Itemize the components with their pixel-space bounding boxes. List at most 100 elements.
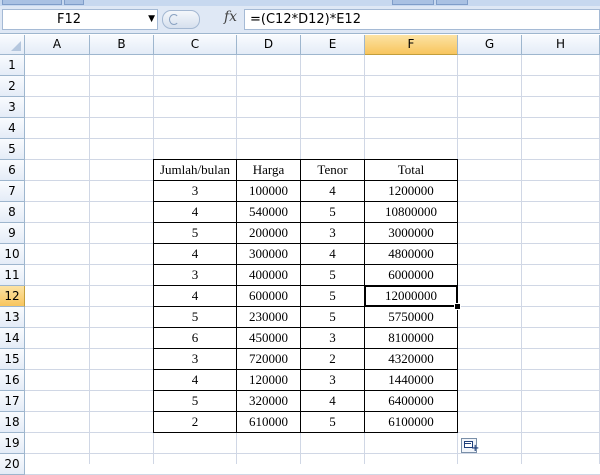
column-header-e[interactable]: E [301, 35, 365, 55]
table-cell[interactable]: 3 [153, 265, 237, 286]
column-header-b[interactable]: B [90, 35, 154, 55]
row-header-5[interactable]: 5 [0, 139, 25, 160]
row-header-2[interactable]: 2 [0, 76, 25, 97]
column-header-h[interactable]: H [522, 35, 600, 55]
row-header-7[interactable]: 7 [0, 181, 25, 202]
row-header-4[interactable]: 4 [0, 118, 25, 139]
table-cell[interactable]: 4 [301, 181, 365, 202]
table-cell[interactable]: 6 [153, 328, 237, 349]
table-cell[interactable]: 8100000 [365, 328, 458, 349]
row-header-12[interactable]: 12 [0, 286, 25, 307]
formula-bar-resize-handle[interactable] [162, 10, 200, 29]
table-header-cell[interactable]: Harga [237, 159, 301, 181]
column-header-g[interactable]: G [458, 35, 522, 55]
column-header-a[interactable]: A [25, 35, 90, 55]
chevron-down-icon[interactable]: ▼ [148, 14, 155, 24]
table-cell[interactable]: 5 [301, 286, 365, 307]
column-header-c[interactable]: C [154, 35, 237, 55]
table-cell[interactable]: 6100000 [365, 412, 458, 433]
column-header-f[interactable]: F [365, 35, 458, 55]
column-header-d[interactable]: D [237, 35, 301, 55]
table-cell[interactable]: 5 [301, 265, 365, 286]
table-cell[interactable]: 5 [153, 391, 237, 412]
table-cell[interactable]: 5 [301, 307, 365, 328]
table-header-cell[interactable]: Total [365, 159, 458, 181]
row-header-18[interactable]: 18 [0, 412, 25, 433]
insert-function-icon[interactable]: fx [224, 9, 237, 25]
row-header-10[interactable]: 10 [0, 244, 25, 265]
table-cell[interactable]: 720000 [237, 349, 301, 370]
table-cell[interactable]: 600000 [237, 286, 301, 307]
ribbon-tab-edge[interactable] [64, 0, 84, 5]
table-header-cell[interactable]: Tenor [301, 159, 365, 181]
table-cell[interactable]: 4 [153, 286, 237, 307]
table-cell[interactable]: 540000 [237, 202, 301, 223]
table-cell[interactable]: 3 [153, 181, 237, 202]
table-cell[interactable]: 5 [301, 202, 365, 223]
row-header-1[interactable]: 1 [0, 55, 25, 76]
table-cell[interactable]: 200000 [237, 223, 301, 244]
row-header-13[interactable]: 13 [0, 307, 25, 328]
ribbon-tab-edge[interactable] [392, 0, 434, 5]
table-cell[interactable]: 4 [301, 391, 365, 412]
table-cell[interactable]: 610000 [237, 412, 301, 433]
table-cell[interactable]: 3 [301, 223, 365, 244]
table-cell[interactable]: 10800000 [365, 202, 458, 223]
table-cell[interactable]: 3000000 [365, 223, 458, 244]
table-cell[interactable]: 5 [301, 412, 365, 433]
table-cell[interactable]: 400000 [237, 265, 301, 286]
table-cell[interactable]: 6000000 [365, 265, 458, 286]
table-cell[interactable]: 1440000 [365, 370, 458, 391]
auto-fill-options-button[interactable]: + [461, 438, 480, 454]
table-cell[interactable]: 320000 [237, 391, 301, 412]
table-cell[interactable]: 2 [153, 412, 237, 433]
ribbon-tab-edge[interactable] [2, 0, 62, 5]
formula-input[interactable]: =(C12*D12)*E12 [244, 9, 600, 30]
table-cell[interactable]: 4800000 [365, 244, 458, 265]
gridline [25, 138, 600, 139]
fill-handle[interactable] [454, 303, 461, 310]
table-cell[interactable]: 120000 [237, 370, 301, 391]
plus-icon: + [471, 443, 480, 454]
table-cell[interactable]: 300000 [237, 244, 301, 265]
grip-icon [169, 14, 179, 25]
row-header-8[interactable]: 8 [0, 202, 25, 223]
active-cell-outline[interactable] [364, 285, 458, 307]
table-cell[interactable]: 3 [301, 328, 365, 349]
table-cell[interactable]: 6400000 [365, 391, 458, 412]
table-cell[interactable]: 5 [153, 223, 237, 244]
row-header-15[interactable]: 15 [0, 349, 25, 370]
table-cell[interactable]: 4320000 [365, 349, 458, 370]
gridline [25, 75, 600, 76]
table-cell[interactable]: 4 [301, 244, 365, 265]
row-header-14[interactable]: 14 [0, 328, 25, 349]
active-cell-inner [366, 287, 456, 305]
row-header-16[interactable]: 16 [0, 370, 25, 391]
table-cell[interactable]: 5750000 [365, 307, 458, 328]
spreadsheet-grid[interactable]: A B C D E F G H 1 2 3 4 5 6 7 8 9 10 11 12 13 14 15 16 17 18 19 20 J… [0, 35, 600, 475]
row-header-3[interactable]: 3 [0, 97, 25, 118]
formula-tools: fx [160, 8, 244, 29]
table-cell[interactable]: 3 [153, 349, 237, 370]
table-cell[interactable]: 2 [301, 349, 365, 370]
table-cell[interactable]: 4 [153, 202, 237, 223]
table-cell[interactable]: 4 [153, 370, 237, 391]
table-cell[interactable]: 3 [301, 370, 365, 391]
select-all-corner[interactable] [0, 35, 25, 55]
row-header-9[interactable]: 9 [0, 223, 25, 244]
table-cell[interactable]: 5 [153, 307, 237, 328]
table-cell[interactable]: 1200000 [365, 181, 458, 202]
row-header-11[interactable]: 11 [0, 265, 25, 286]
row-header-17[interactable]: 17 [0, 391, 25, 412]
table-cell[interactable]: 100000 [237, 181, 301, 202]
table-cell[interactable]: 450000 [237, 328, 301, 349]
row-header-20[interactable]: 20 [0, 454, 25, 475]
select-all-icon [11, 41, 21, 51]
row-header-19[interactable]: 19 [0, 433, 25, 454]
table-header-cell[interactable]: Jumlah/bulan [153, 159, 237, 181]
ribbon-tab-edge[interactable] [436, 0, 468, 5]
row-header-6[interactable]: 6 [0, 160, 25, 181]
table-cell[interactable]: 4 [153, 244, 237, 265]
table-cell[interactable]: 230000 [237, 307, 301, 328]
name-box[interactable]: F12 ▼ [2, 9, 158, 30]
